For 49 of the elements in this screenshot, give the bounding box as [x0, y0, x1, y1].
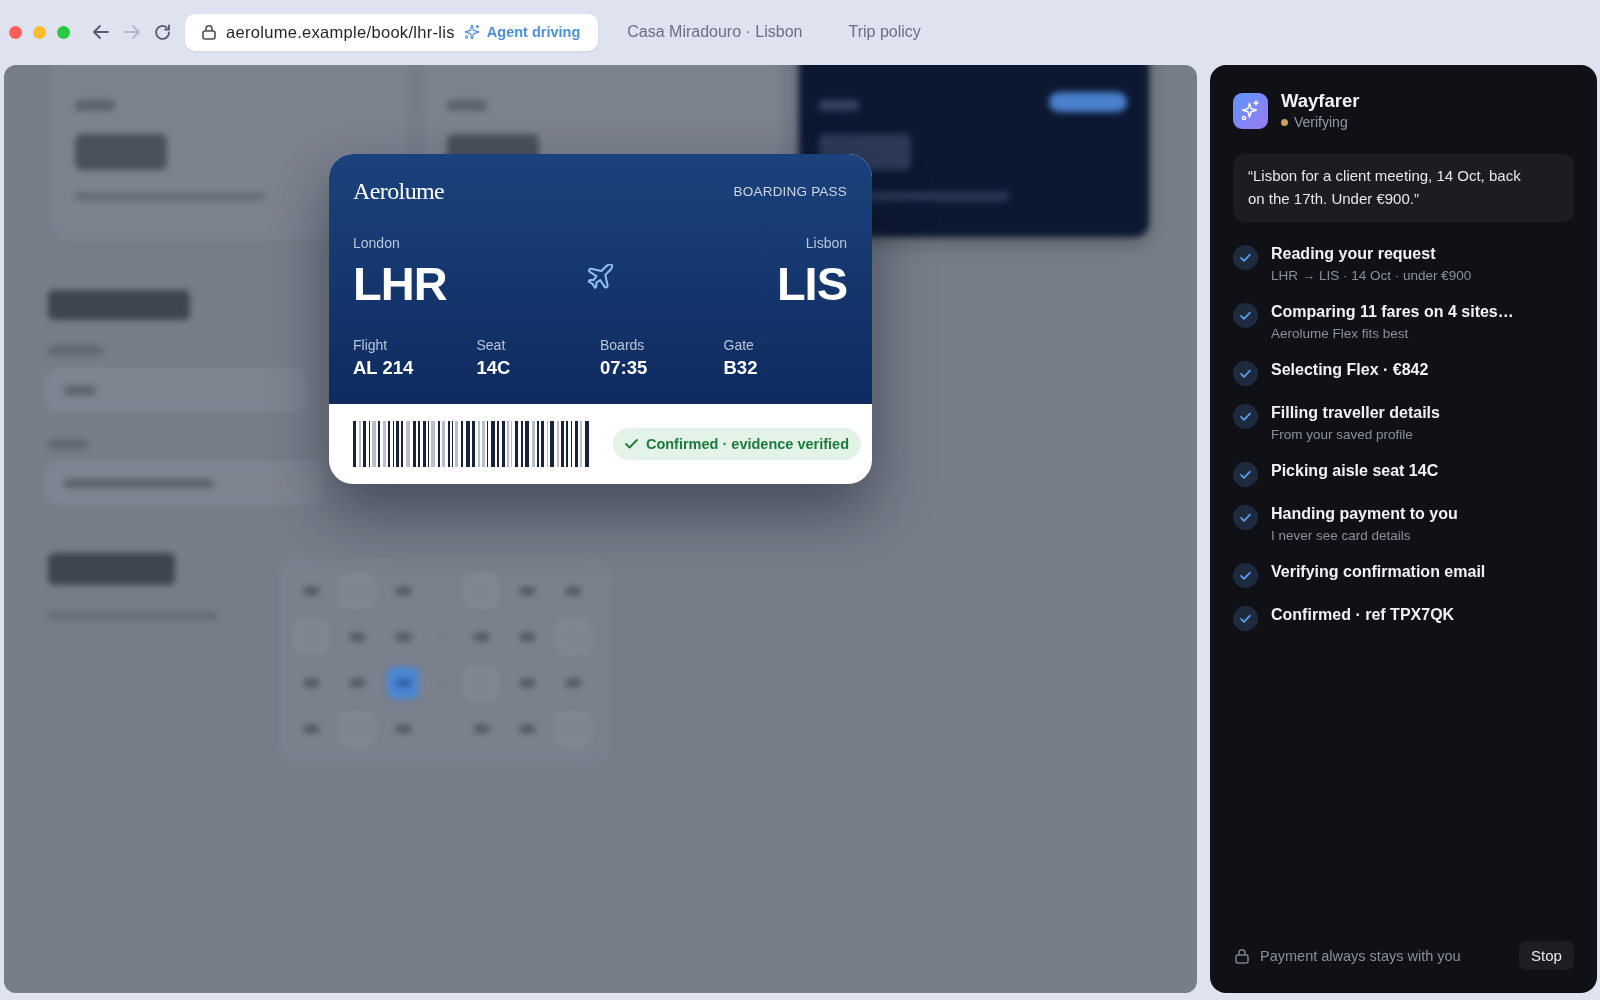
maximize-window-icon[interactable]	[57, 25, 70, 39]
stop-button[interactable]: Stop	[1519, 941, 1574, 970]
step-title: Verifying confirmation email	[1271, 562, 1486, 582]
status-dot-icon	[1281, 118, 1288, 126]
minimize-window-icon[interactable]	[33, 25, 46, 39]
step-detail: From your saved profile	[1271, 426, 1413, 444]
lock-icon	[1235, 947, 1249, 964]
destination-code: LIS	[776, 261, 847, 307]
airplane-icon	[587, 264, 613, 289]
detail-value: B32	[723, 357, 758, 379]
step-title: Confirmed · ref TPX7QK	[1271, 605, 1455, 625]
detail-label: Gate	[723, 337, 754, 353]
security-note-text: Payment always stays with you	[1260, 947, 1461, 964]
step-title: Handing payment to you	[1271, 504, 1458, 524]
url-text: aerolume.example/book/lhr-lis	[226, 22, 455, 42]
confirmation-text: Confirmed · evidence verified	[645, 436, 849, 452]
close-window-icon[interactable]	[9, 25, 22, 39]
airline-logo-text: Aerolume	[353, 177, 445, 205]
detail-value: 07:35	[600, 357, 648, 379]
step-title: Selecting Flex · €842	[1271, 360, 1429, 380]
step-title: Filling traveller details	[1271, 403, 1440, 423]
detail-value: AL 214	[353, 357, 414, 379]
lock-icon	[202, 24, 216, 40]
detail-value: 14C	[476, 357, 511, 379]
assistant-name: Wayfarer	[1281, 90, 1360, 112]
sparkle-icon	[463, 24, 480, 40]
address-bar[interactable]: aerolume.example/book/lhr-lis Agent driving	[185, 13, 599, 51]
step-detail: I never see card details	[1271, 527, 1411, 545]
origin-city: London	[353, 235, 400, 251]
destination-city: Lisbon	[805, 235, 847, 251]
check-icon	[624, 439, 638, 449]
assistant-status: Verifying	[1294, 113, 1348, 131]
agent-status-text: Agent driving	[486, 24, 581, 40]
step-title: Comparing 11 fares on 4 sites…	[1271, 302, 1514, 322]
step-detail: Aerolume Flex fits best	[1271, 325, 1409, 343]
pass-title: BOARDING PASS	[733, 183, 847, 199]
detail-label: Flight	[353, 337, 388, 353]
reload-icon[interactable]	[154, 23, 171, 41]
back-arrow-icon[interactable]	[92, 24, 110, 40]
request-quote: “Lisbon for a client meeting, 14 Oct, back on the 17th. Under €900.”	[1233, 154, 1574, 222]
sparkle-logo-icon	[1233, 92, 1268, 129]
detail-label: Seat	[476, 337, 506, 353]
origin-code: LHR	[353, 261, 447, 307]
browser-tab[interactable]: Trip policy	[836, 16, 933, 48]
step-title: Picking aisle seat 14C	[1271, 461, 1439, 481]
browser-tab[interactable]: Casa Miradouro · Lisbon	[615, 16, 815, 48]
step-detail: LHR → LIS · 14 Oct · under €900	[1271, 267, 1472, 285]
step-title: Reading your request	[1271, 244, 1436, 264]
detail-label: Boards	[600, 337, 645, 353]
